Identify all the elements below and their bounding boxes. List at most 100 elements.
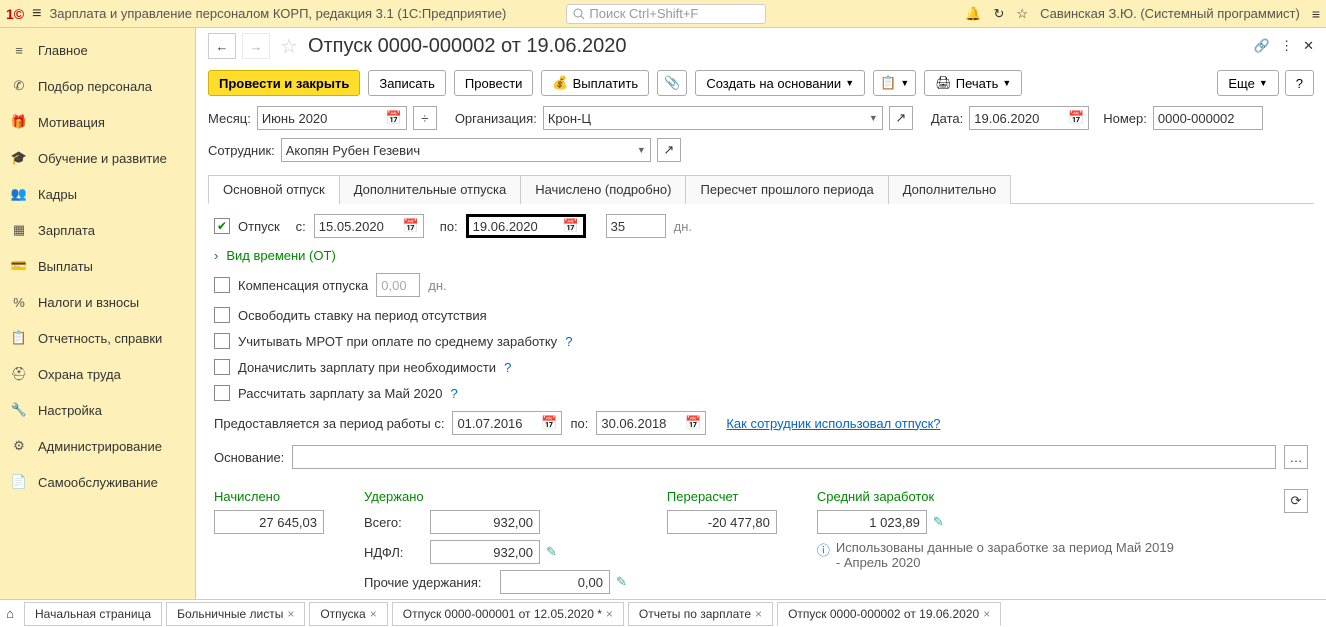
edit-icon[interactable]: ✎ xyxy=(933,514,944,530)
number-input[interactable]: 0000-000002 xyxy=(1153,106,1263,130)
settings-icon[interactable]: ≡ xyxy=(1312,6,1320,22)
calendar-icon[interactable]: 📅 xyxy=(1068,110,1084,126)
org-input[interactable]: Крон-Ц▼ xyxy=(543,106,883,130)
sidebar-item-recruit[interactable]: ✆Подбор персонала xyxy=(0,68,195,104)
to-date-input[interactable]: 19.06.2020📅 xyxy=(466,214,586,238)
tab-additional[interactable]: Дополнительные отпуска xyxy=(339,175,522,204)
calendar-icon[interactable]: 📅 xyxy=(562,218,578,234)
period-from-input[interactable]: 01.07.2016📅 xyxy=(452,411,562,435)
avg-value[interactable]: 1 023,89 xyxy=(817,510,927,534)
more-button[interactable]: Еще▼ xyxy=(1217,70,1278,96)
post-and-close-button[interactable]: Провести и закрыть xyxy=(208,70,360,96)
sidebar-item-safety[interactable]: ⛑Охрана труда xyxy=(0,356,195,392)
basis-more-button[interactable]: … xyxy=(1284,445,1308,469)
org-open-button[interactable]: ↗ xyxy=(889,106,913,130)
other-value[interactable]: 0,00 xyxy=(500,570,610,594)
date-input[interactable]: 19.06.2020📅 xyxy=(969,106,1089,130)
calendar-icon[interactable]: 📅 xyxy=(541,415,557,431)
vacation-checkbox[interactable]: ✔ xyxy=(214,218,230,234)
user-name[interactable]: Савинская З.Ю. (Системный программист) xyxy=(1040,6,1300,21)
pay-button[interactable]: 💰Выплатить xyxy=(541,70,649,96)
sidebar-item-settings[interactable]: 🔧Настройка xyxy=(0,392,195,428)
nav-forward-button[interactable]: → xyxy=(242,33,270,59)
days-input[interactable]: 35 xyxy=(606,214,666,238)
sidebar-item-motivation[interactable]: 🎁Мотивация xyxy=(0,104,195,140)
write-button[interactable]: Записать xyxy=(368,70,446,96)
chevron-down-icon[interactable]: ▼ xyxy=(869,113,878,123)
usage-link[interactable]: Как сотрудник использовал отпуск? xyxy=(726,416,940,431)
sidebar-item-reports[interactable]: 📋Отчетность, справки xyxy=(0,320,195,356)
help-button[interactable]: ? xyxy=(1285,70,1314,96)
menu-icon[interactable]: ≡ xyxy=(32,5,41,23)
calendar-icon[interactable]: 📅 xyxy=(386,110,402,126)
total-value[interactable]: 932,00 xyxy=(430,510,540,534)
bottom-tab-sicklists[interactable]: Больничные листы× xyxy=(166,602,305,626)
tab-accrued-detail[interactable]: Начислено (подробно) xyxy=(520,175,686,204)
home-icon[interactable]: ⌂ xyxy=(0,606,20,621)
from-date-input[interactable]: 15.05.2020📅 xyxy=(314,214,424,238)
close-icon[interactable]: ✕ xyxy=(1303,38,1314,54)
sidebar-item-main[interactable]: ≡Главное xyxy=(0,32,195,68)
employee-open-button[interactable]: ↗ xyxy=(657,138,681,162)
link-icon[interactable]: 🔗 xyxy=(1254,38,1270,54)
help-icon[interactable]: ? xyxy=(504,360,511,375)
sidebar-item-learning[interactable]: 🎓Обучение и развитие xyxy=(0,140,195,176)
close-icon[interactable]: × xyxy=(983,607,990,621)
calc-salary-checkbox[interactable] xyxy=(214,385,230,401)
bottom-tab-vacations[interactable]: Отпуска× xyxy=(309,602,387,626)
refresh-button[interactable]: ⟳ xyxy=(1284,489,1308,513)
ndfl-value[interactable]: 932,00 xyxy=(430,540,540,564)
sidebar-item-taxes[interactable]: %Налоги и взносы xyxy=(0,284,195,320)
tab-main-vacation[interactable]: Основной отпуск xyxy=(208,175,340,204)
employee-input[interactable]: Акопян Рубен Гезевич▼ xyxy=(281,138,651,162)
calendar-icon[interactable]: 📅 xyxy=(403,218,419,234)
bottom-tab-vacation2[interactable]: Отпуск 0000-000002 от 19.06.2020× xyxy=(777,602,1001,626)
attach-button[interactable]: 📎 xyxy=(657,70,687,96)
period-to-input[interactable]: 30.06.2018📅 xyxy=(596,411,706,435)
period-to-label: по: xyxy=(570,416,588,431)
expand-icon[interactable]: › xyxy=(214,248,218,263)
edit-icon[interactable]: ✎ xyxy=(616,574,627,590)
create-based-button[interactable]: Создать на основании▼ xyxy=(695,70,865,96)
close-icon[interactable]: × xyxy=(755,607,762,621)
release-rate-checkbox[interactable] xyxy=(214,307,230,323)
mrot-checkbox[interactable] xyxy=(214,333,230,349)
help-icon[interactable]: ? xyxy=(450,386,457,401)
tab-recalc[interactable]: Пересчет прошлого периода xyxy=(685,175,888,204)
month-input[interactable]: Июнь 2020📅 xyxy=(257,106,407,130)
help-icon[interactable]: ? xyxy=(565,334,572,349)
sidebar-item-salary[interactable]: ▦Зарплата xyxy=(0,212,195,248)
close-icon[interactable]: × xyxy=(287,607,294,621)
time-type-link[interactable]: Вид времени (ОТ) xyxy=(226,248,335,263)
sidebar-item-admin[interactable]: ⚙Администрирование xyxy=(0,428,195,464)
accrued-value[interactable]: 27 645,03 xyxy=(214,510,324,534)
print-button[interactable]: 🖨Печать▼ xyxy=(924,70,1022,96)
search-input[interactable]: Поиск Ctrl+Shift+F xyxy=(566,4,766,24)
chevron-down-icon[interactable]: ▼ xyxy=(637,145,646,155)
bottom-tab-vacation1[interactable]: Отпуск 0000-000001 от 12.05.2020 *× xyxy=(392,602,624,626)
accrue-salary-checkbox[interactable] xyxy=(214,359,230,375)
star-icon[interactable]: ☆ xyxy=(1016,6,1028,22)
edit-icon[interactable]: ✎ xyxy=(546,544,557,560)
bell-icon[interactable]: 🔔 xyxy=(965,6,981,22)
compensation-checkbox[interactable] xyxy=(214,277,230,293)
copy-button[interactable]: 📋▼ xyxy=(873,70,916,96)
nav-back-button[interactable]: ← xyxy=(208,33,236,59)
bottom-tab-reports[interactable]: Отчеты по зарплате× xyxy=(628,602,773,626)
post-button[interactable]: Провести xyxy=(454,70,534,96)
recalc-value[interactable]: -20 477,80 xyxy=(667,510,777,534)
sidebar-item-hr[interactable]: 👥Кадры xyxy=(0,176,195,212)
more-vertical-icon[interactable]: ⋮ xyxy=(1280,38,1293,54)
calendar-icon[interactable]: 📅 xyxy=(685,415,701,431)
compensation-days-input[interactable]: 0,00 xyxy=(376,273,420,297)
basis-input[interactable] xyxy=(292,445,1276,469)
history-icon[interactable]: ↻ xyxy=(994,6,1005,22)
sidebar-item-payments[interactable]: 💳Выплаты xyxy=(0,248,195,284)
sidebar-item-self[interactable]: 📄Самообслуживание xyxy=(0,464,195,500)
close-icon[interactable]: × xyxy=(370,607,377,621)
close-icon[interactable]: × xyxy=(606,607,613,621)
bottom-tab-start[interactable]: Начальная страница xyxy=(24,602,162,626)
favorite-star-icon[interactable]: ☆ xyxy=(280,34,298,59)
tab-extra[interactable]: Дополнительно xyxy=(888,175,1012,204)
month-spinner[interactable]: ÷ xyxy=(413,106,437,130)
